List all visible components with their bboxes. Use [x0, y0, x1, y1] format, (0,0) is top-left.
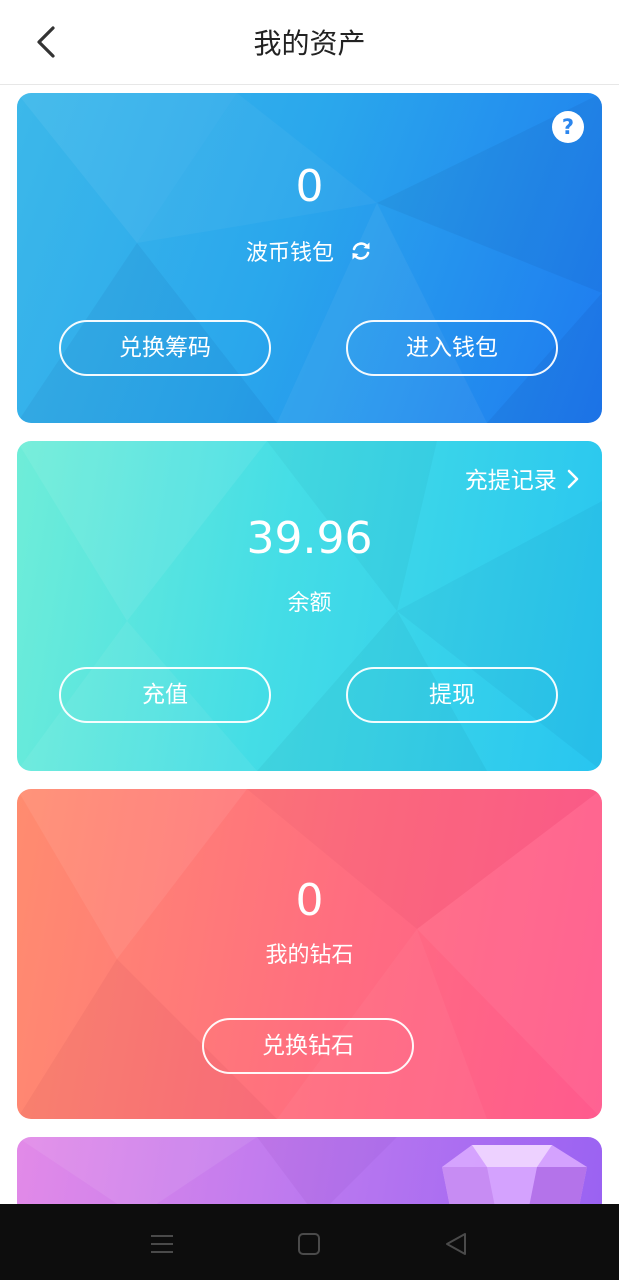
- diamond-amount: 0: [295, 875, 324, 926]
- diamond-label: 我的钻石: [265, 943, 354, 968]
- wallet-card: ? 0 波币钱包 兑换筹码 进入钱包: [17, 93, 602, 423]
- withdraw-button[interactable]: 提现: [346, 667, 558, 723]
- menu-icon: [151, 1235, 173, 1253]
- triangle-back-icon: [446, 1233, 466, 1255]
- system-nav-bar: [0, 1204, 619, 1280]
- wallet-amount: 0: [295, 161, 324, 212]
- top-bar: 我的资产: [0, 0, 619, 85]
- menu-button[interactable]: [144, 1226, 180, 1262]
- records-link-label: 充提记录: [464, 468, 557, 494]
- help-icon[interactable]: ?: [552, 111, 584, 143]
- exchange-diamonds-button[interactable]: 兑换钻石: [202, 1018, 414, 1074]
- home-button[interactable]: [291, 1226, 327, 1262]
- wallet-label-row: 波币钱包: [17, 235, 602, 267]
- system-back-button[interactable]: [438, 1226, 474, 1262]
- enter-wallet-button[interactable]: 进入钱包: [346, 320, 558, 376]
- chevron-right-icon: [567, 469, 579, 489]
- balance-card: 充提记录 39.96 余额 充值 提现: [17, 441, 602, 771]
- square-home-icon: [298, 1233, 320, 1255]
- page-title: 我的资产: [253, 27, 366, 60]
- wallet-label: 波币钱包: [245, 241, 334, 266]
- balance-amount: 39.96: [246, 513, 373, 564]
- recharge-button[interactable]: 充值: [59, 667, 271, 723]
- exchange-chips-button[interactable]: 兑换筹码: [59, 320, 271, 376]
- diamond-card: 0 我的钻石 兑换钻石: [17, 789, 602, 1119]
- balance-label: 余额: [287, 591, 332, 616]
- refresh-icon[interactable]: [349, 239, 373, 263]
- recharge-records-link[interactable]: 充提记录: [465, 461, 580, 495]
